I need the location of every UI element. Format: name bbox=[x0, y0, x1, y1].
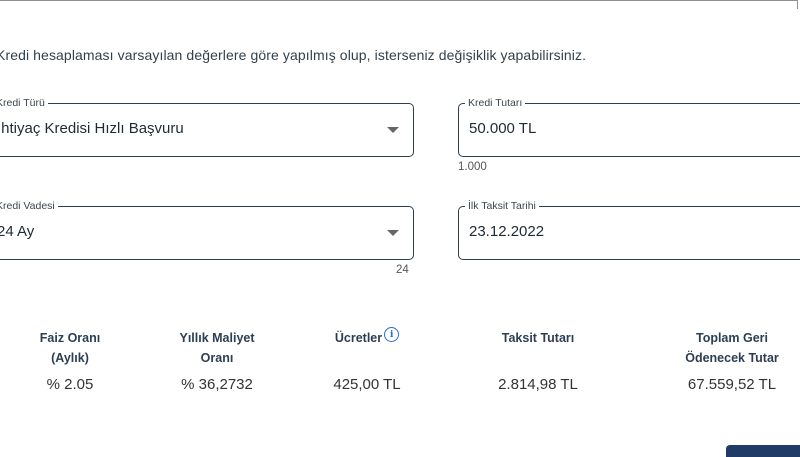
credit-term-select[interactable]: Kredi Vadesi 24 Ay bbox=[0, 199, 414, 260]
intro-text: Kredi hesaplaması varsayılan değerlere g… bbox=[0, 47, 587, 63]
credit-term-label: Kredi Vadesi bbox=[0, 199, 58, 213]
chevron-down-icon[interactable] bbox=[387, 230, 399, 236]
interest-rate-summary: Faiz Oranı (Aylık) % 2.05 bbox=[18, 328, 122, 393]
first-installment-date-label: İlk Taksit Tarihi bbox=[465, 199, 539, 213]
annual-cost-label: Yıllık Maliyet Oranı bbox=[155, 328, 279, 368]
credit-amount-helper: 1.000 bbox=[458, 161, 487, 173]
first-installment-date-value: 23.12.2022 bbox=[469, 223, 545, 240]
credit-term-value: 24 Ay bbox=[0, 223, 35, 240]
installment-label: Taksit Tutarı bbox=[501, 331, 575, 345]
fees-summary: Ücretler i 425,00 TL bbox=[310, 327, 424, 393]
top-divider-corner bbox=[797, 0, 798, 9]
credit-type-label: Kredi Türü bbox=[0, 96, 48, 110]
annual-cost-label-line1: Yıllık Maliyet bbox=[179, 331, 255, 345]
fees-value: 425,00 TL bbox=[333, 376, 401, 393]
total-repayment-label-line2: Ödenecek Tutar bbox=[685, 351, 779, 365]
interest-rate-label-line2: (Aylık) bbox=[51, 351, 89, 365]
total-repayment-label-line1: Toplam Geri bbox=[695, 331, 768, 345]
installment-summary: Taksit Tutarı 2.814,98 TL bbox=[478, 328, 598, 393]
first-installment-date-input[interactable]: İlk Taksit Tarihi 23.12.2022 bbox=[458, 199, 800, 260]
fees-label-row: Ücretler i bbox=[310, 327, 424, 348]
total-repayment-summary: Toplam Geri Ödenecek Tutar 67.559,52 TL bbox=[670, 328, 794, 393]
annual-cost-value: % 36,2732 bbox=[181, 376, 253, 393]
annual-cost-label-line2: Oranı bbox=[200, 351, 234, 365]
total-repayment-value: 67.559,52 TL bbox=[687, 376, 777, 393]
total-repayment-label: Toplam Geri Ödenecek Tutar bbox=[670, 328, 794, 368]
info-icon[interactable]: i bbox=[384, 327, 400, 342]
fees-label: Ücretler bbox=[334, 331, 383, 345]
credit-type-select[interactable]: Kredi Türü İhtiyaç Kredisi Hızlı Başvuru bbox=[0, 96, 414, 157]
credit-amount-value: 50.000 TL bbox=[469, 120, 537, 137]
action-button[interactable] bbox=[726, 445, 800, 457]
chevron-down-icon[interactable] bbox=[387, 127, 399, 133]
top-divider bbox=[0, 0, 797, 1]
credit-term-helper: 24 bbox=[396, 264, 409, 276]
credit-amount-label: Kredi Tutarı bbox=[465, 96, 526, 110]
interest-rate-label-line1: Faiz Oranı bbox=[39, 331, 101, 345]
interest-rate-label: Faiz Oranı (Aylık) bbox=[18, 328, 122, 368]
interest-rate-value: % 2.05 bbox=[46, 376, 94, 393]
credit-amount-input[interactable]: Kredi Tutarı 50.000 TL bbox=[458, 96, 800, 157]
annual-cost-summary: Yıllık Maliyet Oranı % 36,2732 bbox=[155, 328, 279, 393]
credit-type-value: İhtiyaç Kredisi Hızlı Başvuru bbox=[0, 120, 184, 137]
installment-value: 2.814,98 TL bbox=[498, 376, 578, 393]
